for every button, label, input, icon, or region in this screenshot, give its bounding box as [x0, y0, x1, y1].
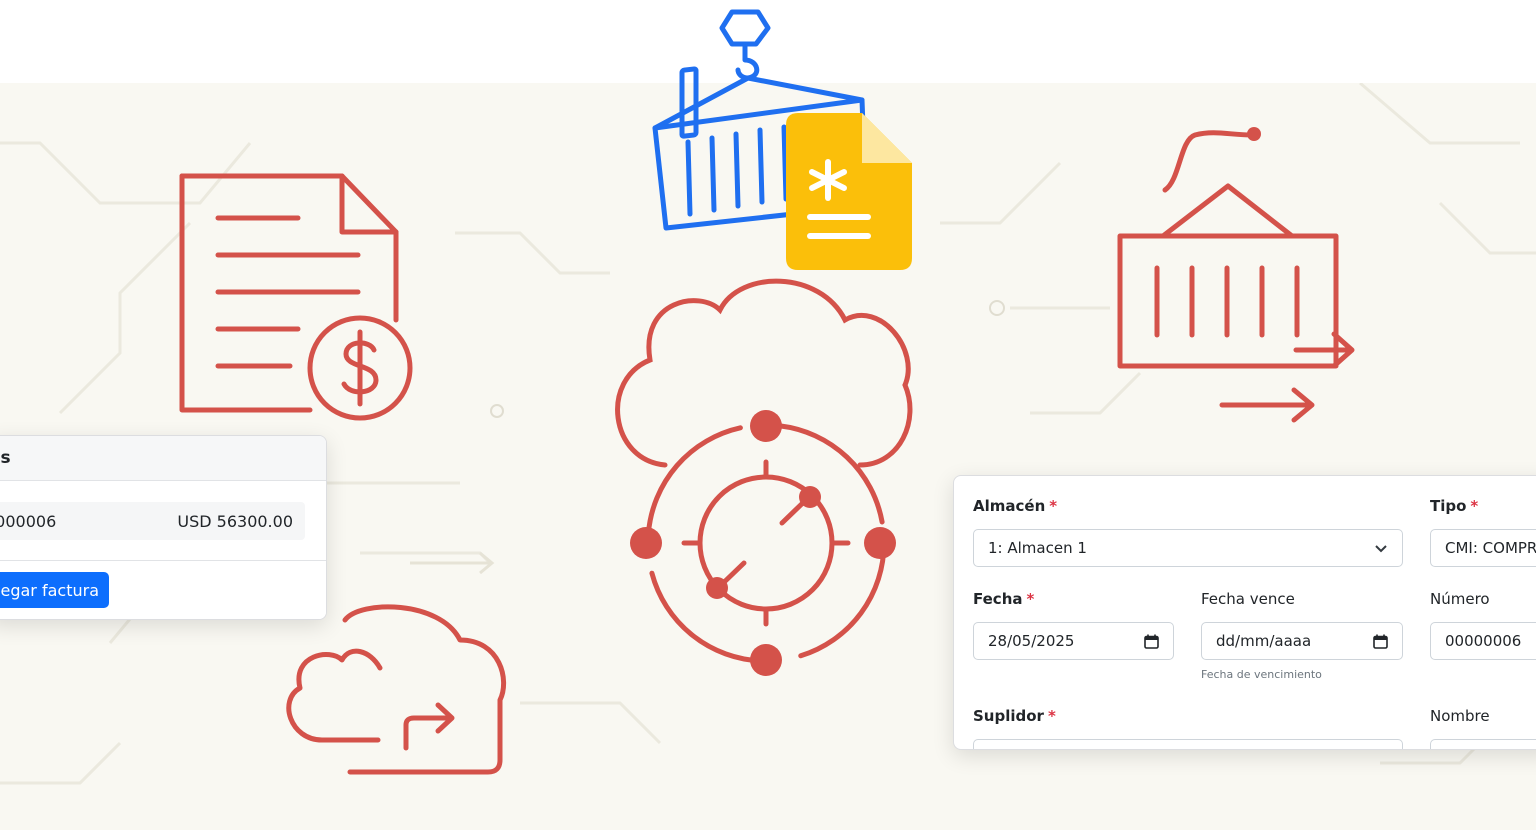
almacen-select[interactable]: 1: Almacen 1	[973, 529, 1403, 567]
network-nodes	[630, 410, 896, 676]
tipo-value: CMI: COMPR	[1445, 539, 1536, 557]
fecha-vence-help: Fecha de vencimiento	[1201, 668, 1322, 681]
nombre-label: Nombre	[1430, 707, 1490, 725]
purchase-form-card: Almacén * 1: Almacen 1 Tipo * CMI: COMPR F…	[953, 475, 1536, 750]
invoices-card-footer: egar factura	[0, 560, 326, 619]
invoice-amount: USD 56300.00	[177, 511, 293, 531]
numero-label: Número	[1430, 590, 1490, 608]
fecha-vence-placeholder: dd/mm/aaaa	[1216, 632, 1312, 650]
fecha-vence-label: Fecha vence	[1201, 590, 1295, 608]
document-asterisk-icon	[786, 113, 912, 270]
fecha-input[interactable]: 28/05/2025	[973, 622, 1174, 660]
suplidor-select[interactable]	[973, 739, 1403, 749]
almacen-value: 1: Almacen 1	[988, 539, 1087, 557]
calendar-icon[interactable]	[1144, 634, 1159, 649]
invoice-number: 0000006	[0, 511, 57, 531]
container-export-icon	[1117, 130, 1355, 423]
invoice-row[interactable]: 0000006 USD 56300.00	[0, 502, 305, 540]
fecha-label: Fecha *	[973, 590, 1035, 608]
invoice-dollar-icon	[179, 173, 413, 421]
numero-value: 00000006	[1445, 632, 1522, 650]
fecha-value: 28/05/2025	[988, 632, 1075, 650]
add-invoice-button[interactable]: egar factura	[0, 572, 109, 608]
tipo-select[interactable]: CMI: COMPR	[1430, 529, 1536, 567]
fecha-vence-input[interactable]: dd/mm/aaaa	[1201, 622, 1403, 660]
invoices-card-title: as	[0, 436, 326, 481]
suplidor-label: Suplidor *	[973, 707, 1056, 725]
cloud-network-icon	[615, 278, 913, 664]
numero-input[interactable]: 00000006	[1430, 622, 1536, 660]
connector-dot	[1247, 127, 1261, 141]
almacen-label: Almacén *	[973, 497, 1058, 515]
invoices-card: as 0000006 USD 56300.00 egar factura	[0, 435, 327, 620]
cloud-arrow-icon	[286, 604, 507, 775]
calendar-icon[interactable]	[1373, 634, 1388, 649]
tipo-label: Tipo *	[1430, 497, 1479, 515]
chevron-down-icon	[1375, 545, 1387, 553]
nombre-input[interactable]	[1430, 739, 1536, 749]
